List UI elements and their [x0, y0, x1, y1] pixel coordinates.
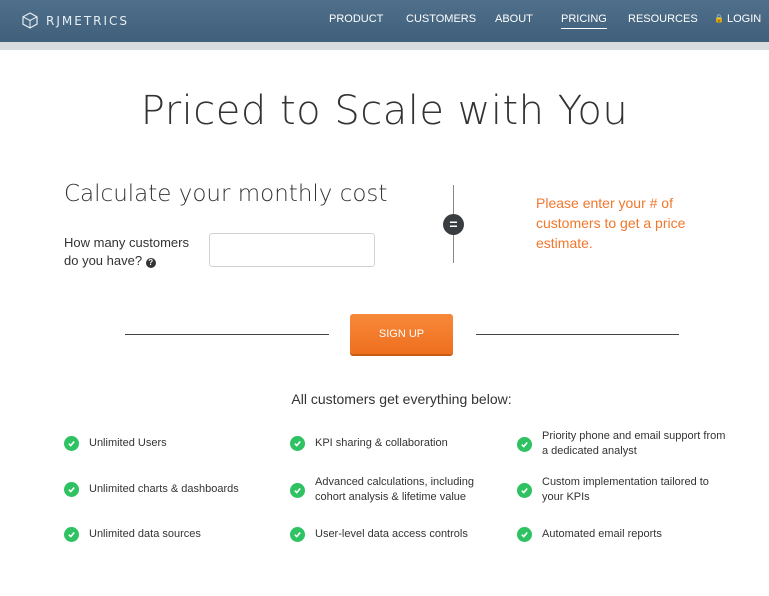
nav-item-pricing[interactable]: PRICING [561, 13, 607, 29]
divider-left [125, 334, 329, 335]
calculator-title: Calculate your monthly cost [64, 181, 388, 207]
page-title: Priced to Scale with You [140, 88, 629, 134]
top-nav-bar: RJMETRICS PRODUCT CUSTOMERS ABOUT PRICIN… [0, 0, 769, 42]
feature-text: KPI sharing & collaboration [315, 437, 448, 449]
feature-item: Unlimited Users [64, 436, 264, 451]
checkmark-icon [517, 436, 532, 452]
logo[interactable]: RJMETRICS [22, 12, 129, 29]
feature-item: User-level data access controls [290, 527, 490, 542]
checkmark-icon [64, 527, 79, 542]
feature-text: User-level data access controls [315, 528, 468, 540]
features-heading: All customers get everything below: [291, 391, 512, 407]
feature-text: Advanced calculations, including cohort … [315, 476, 474, 503]
feature-text: Priority phone and email support from a … [542, 430, 726, 457]
feature-item: Priority phone and email support from a … [517, 429, 732, 459]
nav-item-product[interactable]: PRODUCT [329, 13, 383, 28]
checkmark-icon [290, 527, 305, 542]
feature-item: Advanced calculations, including cohort … [290, 475, 505, 505]
customers-question-label: How many customers do you have? ? [64, 234, 204, 270]
logo-text: RJMETRICS [46, 13, 130, 28]
feature-item: KPI sharing & collaboration [290, 436, 490, 451]
checkmark-icon [517, 482, 532, 498]
question-line-1: How many customers [64, 235, 189, 250]
feature-text: Unlimited charts & dashboards [89, 483, 239, 495]
feature-text: Unlimited Users [89, 437, 167, 449]
hexagon-logo-icon [22, 12, 38, 29]
feature-text: Automated email reports [542, 528, 662, 540]
customer-count-input[interactable] [209, 233, 375, 267]
equals-icon: = [443, 214, 464, 235]
lock-icon: 🔒 [714, 14, 724, 23]
signup-button[interactable]: SIGN UP [350, 314, 453, 354]
checkmark-icon [64, 482, 79, 497]
checkmark-icon [290, 482, 305, 498]
nav-item-customers[interactable]: CUSTOMERS [406, 13, 476, 28]
header-divider [0, 42, 769, 50]
feature-item: Unlimited data sources [64, 527, 264, 542]
checkmark-icon [517, 527, 532, 542]
feature-text: Custom implementation tailored to your K… [542, 476, 709, 503]
feature-text: Unlimited data sources [89, 528, 201, 540]
checkmark-icon [290, 436, 305, 451]
question-line-2: do you have? [64, 253, 143, 268]
nav-item-login[interactable]: 🔒 LOGIN [714, 13, 761, 28]
checkmark-icon [64, 436, 79, 451]
nav-item-login-label: LOGIN [726, 13, 762, 25]
nav-item-resources[interactable]: RESOURCES [628, 13, 698, 28]
feature-item: Automated email reports [517, 527, 732, 542]
nav-item-about[interactable]: ABOUT [495, 13, 533, 28]
divider-right [476, 334, 679, 335]
price-estimate-message: Please enter your # of customers to get … [536, 195, 686, 251]
feature-item: Unlimited charts & dashboards [64, 482, 264, 497]
feature-item: Custom implementation tailored to your K… [517, 475, 732, 505]
question-mark-icon[interactable]: ? [145, 258, 156, 268]
